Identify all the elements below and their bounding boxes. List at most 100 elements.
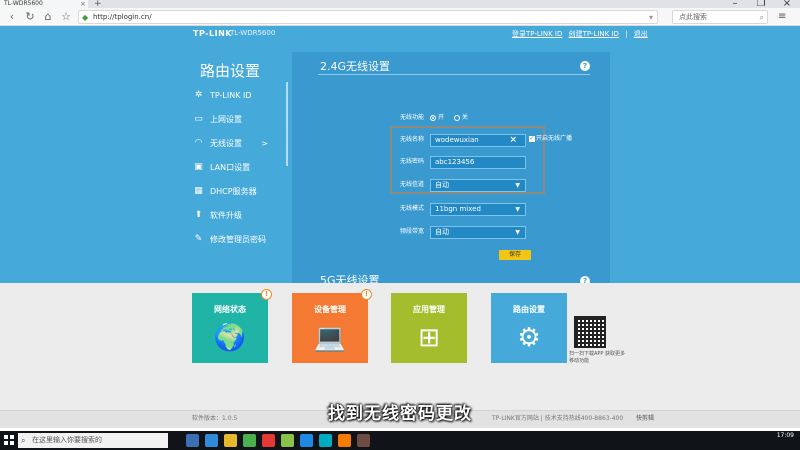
create-id-link[interactable]: 创建TP-LINK ID [569, 30, 619, 38]
model-name: TL-WDR5600 [230, 29, 276, 37]
search-icon[interactable]: ⌕ [760, 11, 764, 24]
broadcast-label: 开启无线广播 [536, 135, 573, 142]
sidebar-item-admin-password[interactable]: ✎ 修改管理员密码 [190, 232, 286, 250]
save-button[interactable]: 保存 [499, 250, 531, 260]
wireless-password-input[interactable]: abc123456 [430, 156, 526, 169]
radio-on[interactable] [430, 114, 436, 121]
wireless-name-label: 无线名称 [399, 136, 424, 143]
tile-app-management[interactable]: 应用管理 ⊞ [391, 293, 467, 363]
wireless-channel-select[interactable]: 自动 ▼ [430, 179, 526, 192]
dashboard-area: 网络状态 🌍 ! 设备管理 💻 ! 应用管理 ⊞ 路由设置 ⚙ 扫一扫下载APP… [0, 283, 800, 410]
tile-label: 应用管理 [413, 305, 445, 314]
radio-off-label: 关 [461, 114, 468, 121]
favorite-star-icon[interactable]: ☆ [58, 9, 74, 25]
windows-taskbar: ⌕ 在这里输入你要搜索的 17:09 [0, 431, 800, 450]
tile-label: 网络状态 [214, 305, 246, 314]
alert-badge: ! [361, 289, 372, 300]
clear-icon[interactable]: × [509, 135, 517, 146]
chevron-down-icon: ▼ [515, 229, 520, 236]
tile-router-settings[interactable]: 路由设置 ⚙ [491, 293, 567, 363]
refresh-icon[interactable]: ↻ [22, 9, 38, 25]
taskbar-app-icon[interactable] [319, 434, 332, 447]
globe-icon: 🌍 [213, 323, 247, 353]
sidebar-item-upgrade[interactable]: ⬆ 软件升级 [190, 208, 286, 226]
sidebar-item-lan[interactable]: ▣ LAN口设置 [190, 160, 286, 178]
bandwidth-value: 自动 [435, 228, 449, 236]
taskbar-search[interactable]: ⌕ 在这里输入你要搜索的 [18, 433, 168, 448]
tile-label: 路由设置 [513, 305, 545, 314]
wireless-password-label: 无线密码 [399, 158, 424, 165]
router-admin-page: TP-LINK TL-WDR5600 登录TP-LINK ID 创建TP-LIN… [0, 26, 800, 287]
sidebar-item-label: TP-LINK ID [210, 91, 252, 100]
taskbar-app-icon[interactable] [281, 434, 294, 447]
taskbar-app-icon[interactable] [205, 434, 218, 447]
wireless-mode-select[interactable]: 11bgn mixed ▼ [430, 203, 526, 216]
taskbar-app-icon[interactable] [300, 434, 313, 447]
browser-tab[interactable]: TL-WDR5600 × [0, 0, 88, 8]
tab-close-icon[interactable]: × [80, 0, 86, 8]
logout-link[interactable]: 退出 [634, 30, 648, 38]
windows-start-icon[interactable] [4, 435, 14, 445]
sidebar-scrollbar[interactable] [286, 82, 288, 166]
link-separator: | [625, 30, 628, 38]
sidebar-item-label: LAN口设置 [210, 163, 251, 172]
dropdown-arrow-icon[interactable]: ▾ [649, 11, 653, 24]
sidebar-item-label: 修改管理员密码 [210, 235, 266, 244]
gear-icon: ✲ [194, 90, 203, 100]
taskbar-app-icon[interactable] [357, 434, 370, 447]
wifi-icon: ◠ [194, 138, 203, 148]
taskbar-app-icon[interactable] [224, 434, 237, 447]
chevron-down-icon: ▼ [515, 182, 520, 189]
taskbar-clock[interactable]: 17:09 [777, 431, 794, 441]
sidebar-item-dhcp[interactable]: ▦ DHCP服务器 [190, 184, 286, 202]
qr-code-icon [574, 316, 606, 348]
wireless-name-input[interactable]: wodewuxian × [430, 134, 526, 147]
qr-caption: 扫一扫下载APP 获取更多移动功能 [569, 351, 626, 364]
bandwidth-select[interactable]: 自动 ▼ [430, 226, 526, 239]
search-icon: ⌕ [21, 436, 26, 445]
wireless-channel-label: 无线信道 [399, 181, 424, 188]
tab-title: TL-WDR5600 [4, 0, 43, 7]
browser-search-box[interactable]: 点此搜索 ⌕ [672, 10, 768, 24]
home-icon[interactable]: ⌂ [40, 9, 56, 25]
secure-shield-icon: ◆ [82, 13, 89, 22]
back-icon[interactable]: ‹ [4, 9, 20, 25]
sidebar-item-internet[interactable]: ▭ 上网设置 [190, 112, 286, 130]
taskbar-app-icon[interactable] [186, 434, 199, 447]
wireless-mode-value: 11bgn mixed [435, 205, 481, 213]
lan-icon: ▣ [194, 162, 203, 172]
dhcp-icon: ▦ [194, 186, 203, 196]
sidebar-item-label: DHCP服务器 [210, 187, 257, 196]
chevron-right-icon: > [261, 139, 268, 148]
sidebar-item-label: 无线设置 [210, 139, 242, 148]
sidebar-item-wireless[interactable]: ◠ 无线设置 > [190, 136, 286, 154]
taskbar-search-placeholder: 在这里输入你要搜索的 [32, 436, 102, 444]
new-tab-icon[interactable]: + [94, 0, 102, 9]
taskbar-app-icon[interactable] [338, 434, 351, 447]
top-links: 登录TP-LINK ID 创建TP-LINK ID | 退出 [512, 29, 652, 39]
chevron-down-icon: ▼ [515, 206, 520, 213]
sidebar-item-tplink-id[interactable]: ✲ TP-LINK ID [190, 88, 286, 106]
upgrade-icon: ⬆ [194, 210, 203, 220]
radio-off[interactable] [453, 114, 460, 121]
bandwidth-label: 频段带宽 [399, 228, 424, 235]
address-bar[interactable]: ◆ http://tplogin.cn/ ▾ [78, 10, 658, 24]
panel-pointer [520, 275, 536, 283]
menu-icon[interactable]: ≡ [778, 10, 786, 24]
radio-on-label: 开 [438, 114, 445, 121]
taskbar-app-icon[interactable] [262, 434, 275, 447]
section-divider [318, 74, 590, 75]
wifi24-section-title: 2.4G无线设置 [320, 60, 391, 73]
tile-network-status[interactable]: 网络状态 🌍 ! [192, 289, 272, 363]
help-icon[interactable]: ? [580, 61, 590, 71]
screen: TL-WDR5600 × + – ❐ × ‹ ↻ ⌂ ☆ ◆ http://tp… [0, 0, 800, 450]
tile-label: 设备管理 [314, 305, 346, 314]
laptop-wifi-icon: 💻 [313, 323, 347, 353]
broadcast-checkbox[interactable]: ✓开启无线广播 [529, 134, 572, 144]
taskbar-app-icon[interactable] [243, 434, 256, 447]
login-id-link[interactable]: 登录TP-LINK ID [512, 30, 562, 38]
browser-tab-bar: TL-WDR5600 × + – ❐ × [0, 0, 800, 9]
laptop-icon: ▭ [194, 114, 203, 124]
tile-device-management[interactable]: 设备管理 💻 ! [292, 289, 372, 363]
wireless-password-value: abc123456 [435, 158, 475, 166]
